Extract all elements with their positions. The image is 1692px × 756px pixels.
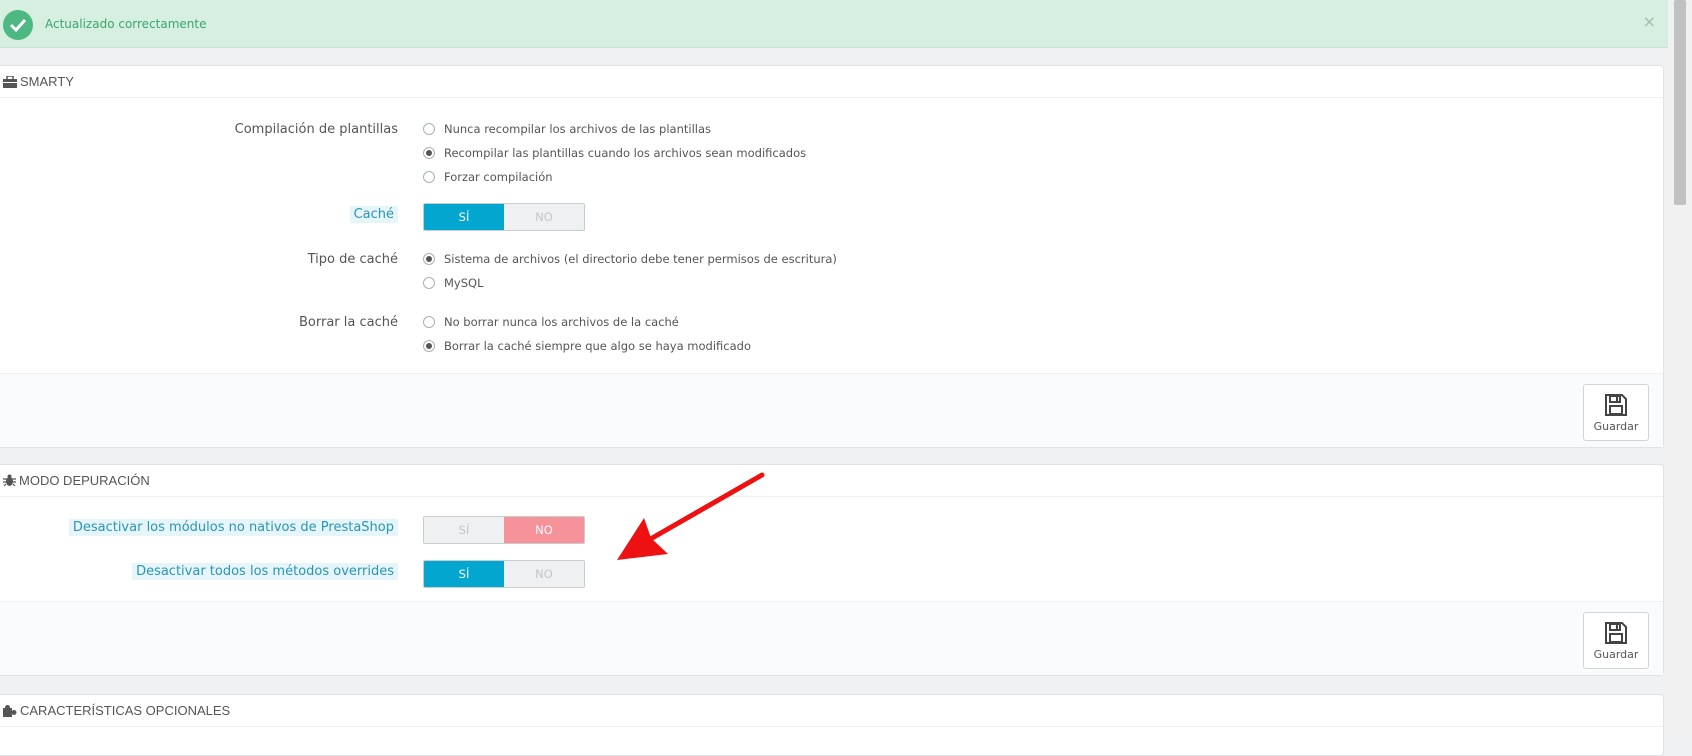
optional-features-panel: CARACTERÍSTICAS OPCIONALES [0,694,1664,756]
disable-overrides-switch[interactable]: SÍ NO [423,560,585,588]
save-button[interactable]: Guardar [1583,612,1649,669]
radio-option-label: Forzar compilación [444,170,553,184]
switch-no[interactable]: NO [504,517,584,543]
radio-option[interactable]: Nunca recompilar los archivos de las pla… [423,122,711,136]
scrollbar-thumb[interactable] [1674,0,1686,205]
radio-option-label: MySQL [444,276,484,290]
radio-option[interactable]: Recompilar las plantillas cuando los arc… [423,146,806,160]
radio-button[interactable] [423,316,435,328]
switch-no[interactable]: NO [504,204,584,230]
bug-icon [3,474,16,487]
save-button[interactable]: Guardar [1583,384,1649,441]
radio-option[interactable]: MySQL [423,276,484,290]
close-icon[interactable]: × [1643,12,1656,31]
template-compilation-label: Compilación de plantillas [234,122,398,137]
floppy-disk-icon [1605,394,1627,416]
save-button-label: Guardar [1593,420,1639,433]
cache-type-label: Tipo de caché [307,252,398,267]
panel-title: CARACTERÍSTICAS OPCIONALES [20,703,231,718]
radio-button[interactable] [423,277,435,289]
switch-yes[interactable]: SÍ [424,517,504,543]
debug-panel: MODO DEPURACIÓN Desactivar los módulos n… [0,464,1664,676]
disable-overrides-label-text: Desactivar todos los métodos overrides [132,563,398,580]
switch-yes[interactable]: SÍ [424,561,504,587]
disable-non-native-label: Desactivar los módulos no nativos de Pre… [68,519,398,536]
check-circle-icon [3,10,33,40]
radio-option-label: Nunca recompilar los archivos de las pla… [444,122,712,136]
switch-yes[interactable]: SÍ [424,204,504,230]
floppy-disk-icon [1605,622,1627,644]
alert-message: Actualizado correctamente [45,17,207,31]
smarty-panel: SMARTY Compilación de plantillas Nunca r… [0,65,1664,448]
panel-heading: SMARTY [0,66,1663,98]
panel-heading: CARACTERÍSTICAS OPCIONALES [0,695,1663,727]
radio-option-label: Borrar la caché siempre que algo se haya… [444,339,751,353]
radio-option-label: Sistema de archivos (el directorio debe … [444,252,837,266]
save-button-label: Guardar [1593,648,1639,661]
radio-option[interactable]: No borrar nunca los archivos de la caché [423,315,679,329]
radio-button[interactable] [423,340,435,352]
briefcase-icon [3,75,17,88]
cache-label: Caché [349,206,398,223]
radio-button[interactable] [423,123,435,135]
radio-option-label: No borrar nunca los archivos de la caché [444,315,679,329]
panel-footer: Guardar [0,601,1663,675]
puzzle-icon [3,704,17,717]
clear-cache-label: Borrar la caché [299,315,398,330]
switch-no[interactable]: NO [504,561,584,587]
radio-option-label: Recompilar las plantillas cuando los arc… [444,146,807,160]
disable-non-native-label-text: Desactivar los módulos no nativos de Pre… [68,519,398,536]
panel-title: SMARTY [20,74,74,89]
radio-option[interactable]: Borrar la caché siempre que algo se haya… [423,339,751,353]
radio-button[interactable] [423,171,435,183]
radio-button[interactable] [423,253,435,265]
radio-option[interactable]: Forzar compilación [423,170,553,184]
radio-option[interactable]: Sistema de archivos (el directorio debe … [423,252,837,266]
cache-switch[interactable]: SÍ NO [423,203,585,231]
panel-title: MODO DEPURACIÓN [19,473,150,488]
panel-footer: Guardar [0,373,1663,447]
disable-overrides-label: Desactivar todos los métodos overrides [132,563,398,580]
success-alert: Actualizado correctamente × [0,0,1668,48]
panel-heading: MODO DEPURACIÓN [0,465,1663,497]
disable-non-native-switch[interactable]: SÍ NO [423,516,585,544]
annotation-arrow [617,472,765,560]
cache-label-text: Caché [349,206,398,223]
vertical-scrollbar[interactable] [1668,0,1692,738]
radio-button[interactable] [423,147,435,159]
